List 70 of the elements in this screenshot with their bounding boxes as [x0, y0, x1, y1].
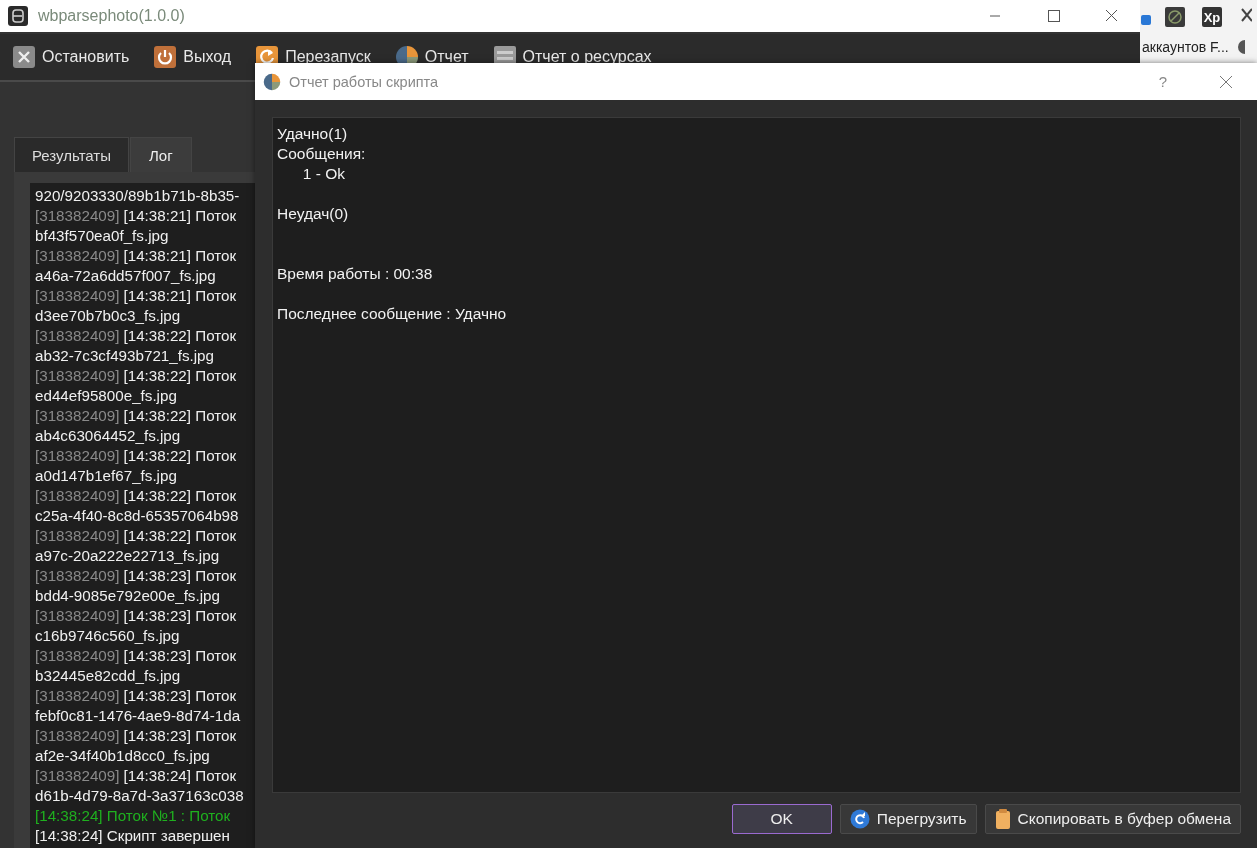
dialog-title: Отчет работы скрипта	[289, 73, 439, 90]
log-id: [318382409]	[35, 447, 120, 464]
log-text: d61b-4d79-8a7d-3a37163c038	[35, 787, 244, 804]
log-text: [14:38:22] Поток	[123, 407, 237, 424]
tab-label: аккаунтов F...	[1142, 39, 1229, 55]
log-id: [318382409]	[35, 567, 120, 584]
log-text: c16b9746c560_fs.jpg	[35, 627, 180, 644]
log-id: [318382409]	[35, 487, 120, 504]
log-text: bf43f570ea0f_fs.jpg	[35, 227, 169, 244]
clipboard-icon	[994, 808, 1011, 830]
taskbar-item[interactable]	[1141, 15, 1151, 25]
tab[interactable]: Результаты	[14, 137, 129, 172]
log-text: bdd4-9085e792e00e_fs.jpg	[35, 587, 220, 604]
log-text: [14:38:21] Поток	[123, 207, 237, 224]
log-id: [318382409]	[35, 767, 120, 784]
dialog-button[interactable]: OK	[731, 804, 832, 834]
log-id: [318382409]	[35, 407, 120, 424]
dialog-button[interactable]: Скопировать в буфер обмена	[984, 804, 1241, 834]
log-text: [14:38:24] Поток №1 : Поток	[35, 807, 231, 824]
circle-icon[interactable]	[1165, 7, 1185, 27]
log-id: [318382409]	[35, 287, 120, 304]
log-text: [14:38:22] Поток	[123, 327, 237, 344]
log-text: [14:38:24] Скрипт завершен	[35, 827, 230, 844]
log-id: [318382409]	[35, 527, 120, 544]
log-text: [14:38:21] Поток	[123, 247, 237, 264]
app-tile[interactable]: Xp	[1202, 7, 1222, 27]
log-id: [318382409]	[35, 247, 120, 264]
log-text: ab4c63064452_fs.jpg	[35, 427, 181, 444]
dialog-button[interactable]: Перегрузить	[839, 804, 977, 834]
power-icon	[153, 45, 178, 69]
log-text: [14:38:22] Поток	[123, 527, 237, 544]
log-text: d3ee70b7b0c3_fs.jpg	[35, 307, 181, 324]
help-button[interactable]: ?	[1158, 73, 1167, 90]
tab[interactable]: Лог	[130, 137, 192, 172]
log-text: [14:38:23] Поток	[123, 647, 237, 664]
refresh-icon	[849, 809, 870, 829]
log-text: ab32-7c3cf493b721_fs.jpg	[35, 347, 215, 364]
log-text: c25a-4f40-8c8d-65357064b98	[35, 507, 239, 524]
log-id: [318382409]	[35, 607, 120, 624]
log-id: [318382409]	[35, 207, 120, 224]
window-title: wbparsephoto(1.0.0)	[38, 7, 185, 25]
app-logo-icon	[8, 6, 28, 26]
report-text: Удачно(1) Сообщения: 1 - Ok Неудач(0) Время работы : 00:38 Последнее сообщение : Удачно	[272, 117, 1241, 793]
toolbar-button[interactable]: Выход	[153, 45, 232, 69]
close-icon[interactable]	[1219, 74, 1233, 89]
log-text: 920/9203330/89b1b71b-8b35-	[35, 187, 240, 204]
log-text: a97c-20a222e22713_fs.jpg	[35, 547, 220, 564]
log-text: af2e-34f40b1d8cc0_fs.jpg	[35, 747, 210, 764]
pie-chart-icon	[263, 72, 281, 91]
log-text: [14:38:24] Поток	[123, 767, 237, 784]
log-text: ed44ef95800e_fs.jpg	[35, 387, 177, 404]
log-text: a46a-72a6dd57f007_fs.jpg	[35, 267, 216, 284]
log-text: [14:38:23] Поток	[123, 567, 237, 584]
log-text: [14:38:23] Поток	[123, 727, 237, 744]
log-id: [318382409]	[35, 647, 120, 664]
log-text: [14:38:22] Поток	[123, 487, 237, 504]
log-id: [318382409]	[35, 367, 120, 384]
log-text: [14:38:21] Поток	[123, 287, 237, 304]
close-icon	[12, 45, 36, 69]
toolbar-button[interactable]: Остановить	[12, 45, 130, 69]
log-id: [318382409]	[35, 727, 120, 744]
log-id: [318382409]	[35, 327, 120, 344]
log-text: [14:38:23] Поток	[123, 607, 237, 624]
log-id: [318382409]	[35, 687, 120, 704]
log-text: a0d147b1ef67_fs.jpg	[35, 467, 177, 484]
log-text: [14:38:22] Поток	[123, 367, 237, 384]
log-text: febf0c81-1476-4ae9-8d74-1da	[35, 707, 241, 724]
log-text: [14:38:22] Поток	[123, 447, 237, 464]
log-text: [14:38:23] Поток	[123, 687, 237, 704]
log-text: b32445e82cdd_fs.jpg	[35, 667, 181, 684]
